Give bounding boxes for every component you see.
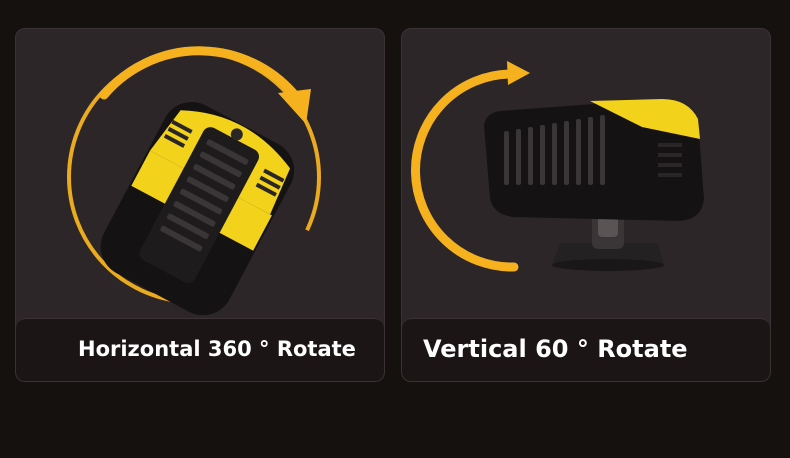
heater-top-view: [100, 101, 295, 316]
vertical-rotation-illustration: [411, 61, 704, 272]
page: { "colors": { "background": "#15110f", "…: [0, 0, 790, 458]
horizontal-rotate-label: Horizontal 360 ° Rotate: [78, 337, 356, 361]
horizontal-rotation-illustration: [67, 46, 321, 316]
heater-side-view: [484, 99, 704, 271]
horizontal-rotate-panel: Horizontal 360 ° Rotate: [15, 28, 385, 382]
horizontal-label-bar: Horizontal 360 ° Rotate: [16, 318, 384, 381]
vertical-label-bar: Vertical 60 ° Rotate: [402, 318, 770, 381]
vertical-rotate-label: Vertical 60 ° Rotate: [423, 335, 688, 363]
vertical-rotate-panel: Vertical 60 ° Rotate: [401, 28, 771, 382]
